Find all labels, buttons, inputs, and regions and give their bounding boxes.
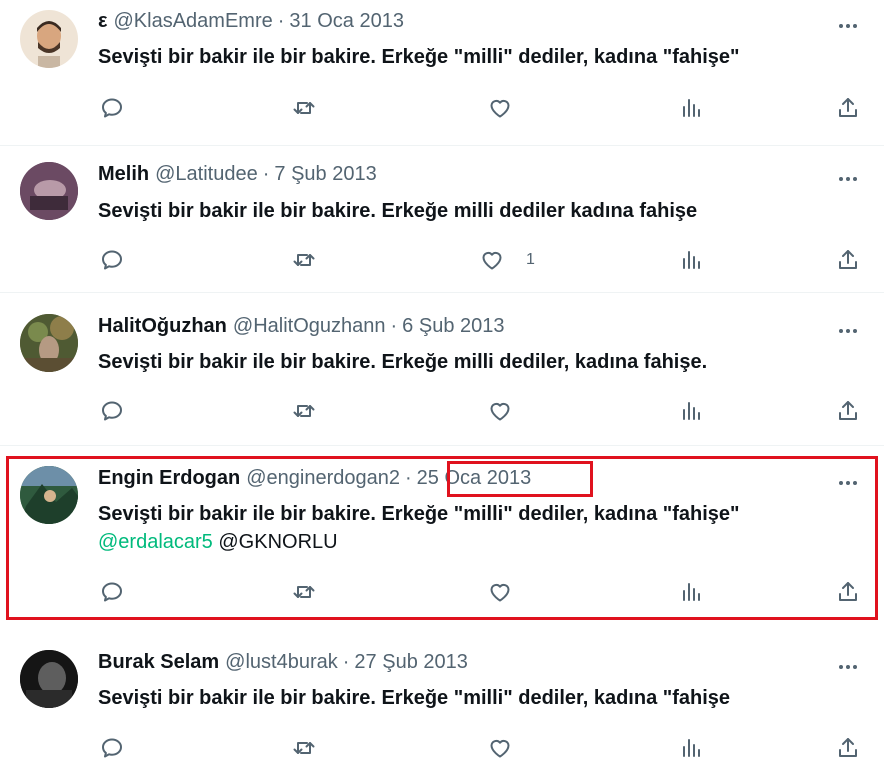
separator: · (277, 9, 285, 32)
tweet-text: Sevişti bir bakir ile bir bakire. Erkeğe… (98, 687, 731, 709)
avatar[interactable] (20, 314, 78, 372)
like-icon[interactable] (478, 246, 506, 274)
share-icon[interactable] (834, 397, 862, 425)
views-icon[interactable] (678, 94, 706, 122)
avatar[interactable] (20, 466, 78, 524)
author-name[interactable]: ε (98, 10, 108, 33)
separator: · (404, 466, 412, 489)
tweet-text: Sevişti bir bakir ile bir bakire. Erkeğe… (98, 200, 698, 222)
reply-icon[interactable] (98, 94, 126, 122)
author-name[interactable]: Engin Erdogan (98, 467, 240, 490)
more-icon[interactable] (834, 321, 862, 341)
tweet-date[interactable]: 27 Şub 2013 (354, 651, 467, 674)
more-icon[interactable] (834, 169, 862, 189)
author-handle[interactable]: @KlasAdamEmre (114, 10, 273, 33)
tweet-date[interactable]: 25 Oca 2013 (417, 467, 532, 490)
tweet-1[interactable]: Melih @Latitudee · 7 Şub 2013 Sevişti bi… (0, 146, 884, 292)
tweet-3[interactable]: Engin Erdogan @enginerdogan2 · 25 Oca 20… (0, 446, 884, 632)
tweet-0[interactable]: ε @KlasAdamEmre · 31 Oca 2013 Sevişti bi… (0, 0, 884, 145)
share-icon[interactable] (834, 94, 862, 122)
views-icon[interactable] (678, 246, 706, 274)
tweet-header: HalitOğuzhan @HalitOguzhann · 6 Şub 2013 (98, 313, 505, 339)
share-icon[interactable] (834, 734, 862, 762)
tweet-header: ε @KlasAdamEmre · 31 Oca 2013 (98, 8, 404, 34)
author-handle[interactable]: @Latitudee (155, 163, 258, 186)
author-handle[interactable]: @enginerdogan2 (246, 467, 400, 490)
like-icon[interactable] (486, 734, 514, 762)
tweet-text: Sevişti bir bakir ile bir bakire. Erkeğe… (98, 503, 740, 525)
reply-icon[interactable] (98, 246, 126, 274)
tweet-text: Sevişti bir bakir ile bir bakire. Erkeğe… (98, 46, 740, 68)
avatar[interactable] (20, 650, 78, 708)
avatar[interactable] (20, 162, 78, 220)
retweet-icon[interactable] (290, 94, 318, 122)
mention-text: @GKNORLU (218, 531, 338, 553)
separator: · (342, 650, 350, 673)
share-icon[interactable] (834, 246, 862, 274)
author-handle[interactable]: @lust4burak (225, 651, 338, 674)
reply-icon[interactable] (98, 578, 126, 606)
retweet-icon[interactable] (290, 246, 318, 274)
retweet-icon[interactable] (290, 397, 318, 425)
separator: · (390, 314, 398, 337)
like-icon[interactable] (486, 397, 514, 425)
author-name[interactable]: HalitOğuzhan (98, 315, 227, 338)
avatar[interactable] (20, 10, 78, 68)
tweet-mentions: @erdalacar5 @GKNORLU (98, 528, 338, 556)
tweet-2[interactable]: HalitOğuzhan @HalitOguzhann · 6 Şub 2013… (0, 293, 884, 445)
separator: · (262, 162, 270, 185)
views-icon[interactable] (678, 397, 706, 425)
retweet-icon[interactable] (290, 734, 318, 762)
views-icon[interactable] (678, 578, 706, 606)
tweet-header: Burak Selam @lust4burak · 27 Şub 2013 (98, 649, 468, 675)
tweet-4[interactable]: Burak Selam @lust4burak · 27 Şub 2013 Se… (0, 632, 884, 773)
like-count: 1 (526, 251, 535, 268)
tweet-date[interactable]: 7 Şub 2013 (274, 163, 376, 186)
share-icon[interactable] (834, 578, 862, 606)
mention-link[interactable]: @erdalacar5 (98, 531, 213, 553)
reply-icon[interactable] (98, 734, 126, 762)
like-icon[interactable] (486, 578, 514, 606)
reply-icon[interactable] (98, 397, 126, 425)
tweet-header: Melih @Latitudee · 7 Şub 2013 (98, 161, 377, 187)
more-icon[interactable] (834, 657, 862, 677)
tweet-text: Sevişti bir bakir ile bir bakire. Erkeğe… (98, 351, 708, 373)
author-name[interactable]: Melih (98, 163, 149, 186)
like-icon[interactable] (486, 94, 514, 122)
more-icon[interactable] (834, 16, 862, 36)
tweet-date[interactable]: 6 Şub 2013 (402, 315, 504, 338)
more-icon[interactable] (834, 473, 862, 493)
tweet-date[interactable]: 31 Oca 2013 (289, 10, 404, 33)
author-name[interactable]: Burak Selam (98, 651, 219, 674)
tweet-header: Engin Erdogan @enginerdogan2 · 25 Oca 20… (98, 465, 531, 491)
author-handle[interactable]: @HalitOguzhann (233, 315, 386, 338)
views-icon[interactable] (678, 734, 706, 762)
retweet-icon[interactable] (290, 578, 318, 606)
